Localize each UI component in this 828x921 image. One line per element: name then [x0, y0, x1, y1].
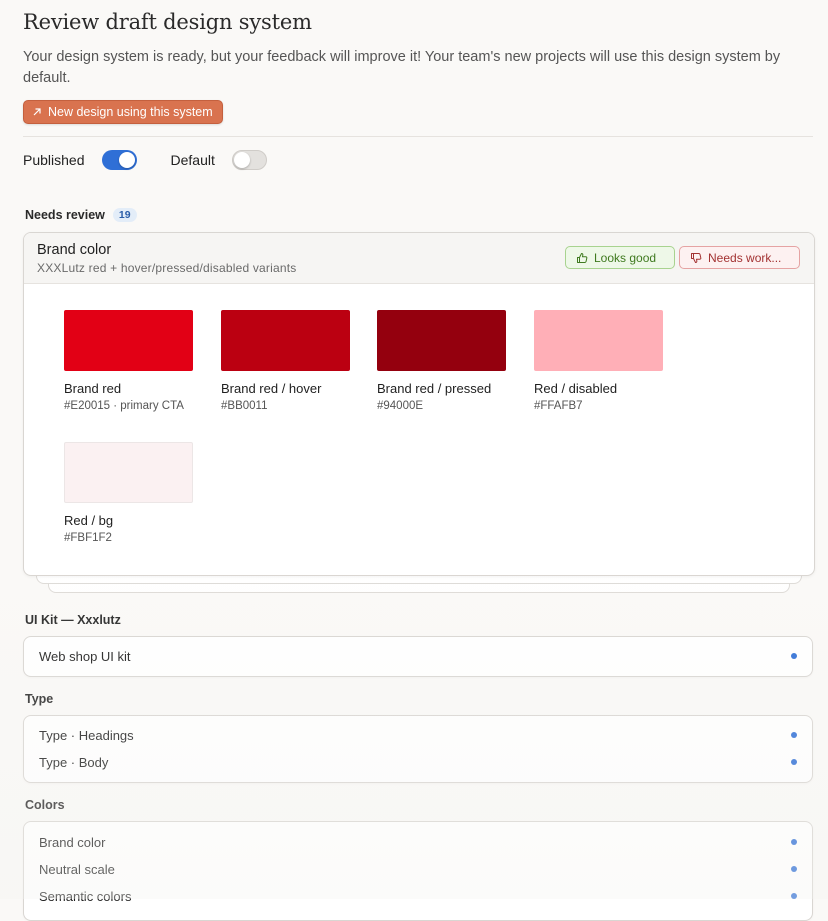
- toggle-row: Published Default: [23, 150, 267, 170]
- list-item-label: Web shop UI kit: [39, 649, 131, 664]
- list-card-ui-kit: Web shop UI kit: [23, 636, 813, 677]
- swatch-brand-red: Brand red #E20015 · primary CTA: [64, 310, 193, 412]
- page-title: Review draft design system: [23, 10, 312, 34]
- section-label-ui-kit: UI Kit — Xxxlutz: [25, 613, 121, 627]
- needs-work-label: Needs work...: [708, 250, 782, 265]
- list-card-type: Type · Headings Type · Body: [23, 715, 813, 783]
- status-dot: [791, 653, 797, 659]
- list-item-label: Type · Body: [39, 755, 109, 770]
- swatch-hex: #E20015 · primary CTA: [64, 400, 184, 412]
- list-item-web-shop-ui-kit[interactable]: Web shop UI kit: [24, 643, 812, 670]
- swatch-name: Brand red: [64, 381, 122, 396]
- review-card-title: Brand color: [37, 242, 112, 258]
- looks-good-button[interactable]: Looks good: [565, 246, 675, 269]
- status-dot: [791, 893, 797, 899]
- review-card-subtitle: XXXLutz red + hover/pressed/disabled var…: [37, 261, 297, 275]
- status-dot: [791, 839, 797, 845]
- swatch-color-chip: [64, 442, 193, 503]
- swatch-hex: #BB0011: [221, 400, 268, 412]
- looks-good-label: Looks good: [594, 250, 657, 265]
- list-item-brand-color[interactable]: Brand color: [24, 829, 812, 856]
- swatch-hex: #FBF1F2: [64, 532, 112, 544]
- swatch-name: Red / bg: [64, 513, 114, 528]
- swatch-color-chip: [221, 310, 350, 371]
- thumbs-up-icon: [576, 252, 588, 264]
- swatch-red-disabled: Red / disabled #FFAFB7: [534, 310, 663, 412]
- swatch-color-chip: [377, 310, 506, 371]
- published-label: Published: [23, 152, 85, 168]
- new-design-button[interactable]: New design using this system: [23, 100, 223, 124]
- toggle-knob: [233, 152, 250, 168]
- swatch-name: Red / disabled: [534, 381, 618, 396]
- swatch-red-bg: Red / bg #FBF1F2: [64, 442, 193, 544]
- section-label-colors: Colors: [25, 798, 65, 812]
- new-design-button-label: New design using this system: [48, 105, 213, 119]
- status-dot: [791, 759, 797, 765]
- list-item-label: Brand color: [39, 835, 106, 850]
- default-toggle[interactable]: [231, 150, 267, 170]
- needs-review-heading: Needs review 19: [25, 208, 137, 222]
- needs-review-count-badge: 19: [112, 208, 137, 222]
- review-card-header: Brand color XXXLutz red + hover/pressed/…: [24, 233, 814, 284]
- arrow-up-right-icon: [32, 107, 42, 117]
- divider: [23, 136, 813, 137]
- page-subtitle: Your design system is ready, but your fe…: [23, 49, 781, 86]
- toggle-knob: [118, 152, 135, 168]
- swatch-color-chip: [64, 310, 193, 371]
- review-card-brand-color: Brand color XXXLutz red + hover/pressed/…: [23, 232, 815, 576]
- list-item-semantic-colors[interactable]: Semantic colors: [24, 883, 812, 910]
- default-label: Default: [170, 152, 215, 168]
- swatch-name: Brand red / pressed: [377, 381, 492, 396]
- status-dot: [791, 732, 797, 738]
- list-item-label: Type · Headings: [39, 728, 134, 743]
- swatch-color-chip: [534, 310, 663, 371]
- swatch-name: Brand red / hover: [221, 381, 322, 396]
- list-item-neutral-scale[interactable]: Neutral scale: [24, 856, 812, 883]
- swatch-hex: #FFAFB7: [534, 400, 583, 412]
- list-item-type-headings[interactable]: Type · Headings: [24, 722, 812, 749]
- list-item-label: Semantic colors: [39, 889, 132, 904]
- status-dot: [791, 866, 797, 872]
- swatch-brand-red-pressed: Brand red / pressed #94000E: [377, 310, 506, 412]
- thumbs-down-icon: [690, 252, 702, 264]
- needs-review-label: Needs review: [25, 208, 105, 222]
- needs-work-button[interactable]: Needs work...: [679, 246, 800, 269]
- swatch-brand-red-hover: Brand red / hover #BB0011: [221, 310, 350, 412]
- list-item-label: Neutral scale: [39, 862, 115, 877]
- published-toggle[interactable]: [101, 150, 137, 170]
- list-item-type-body[interactable]: Type · Body: [24, 749, 812, 776]
- swatch-hex: #94000E: [377, 400, 424, 412]
- section-label-type: Type: [25, 692, 54, 706]
- list-card-colors: Brand color Neutral scale Semantic color…: [23, 821, 813, 921]
